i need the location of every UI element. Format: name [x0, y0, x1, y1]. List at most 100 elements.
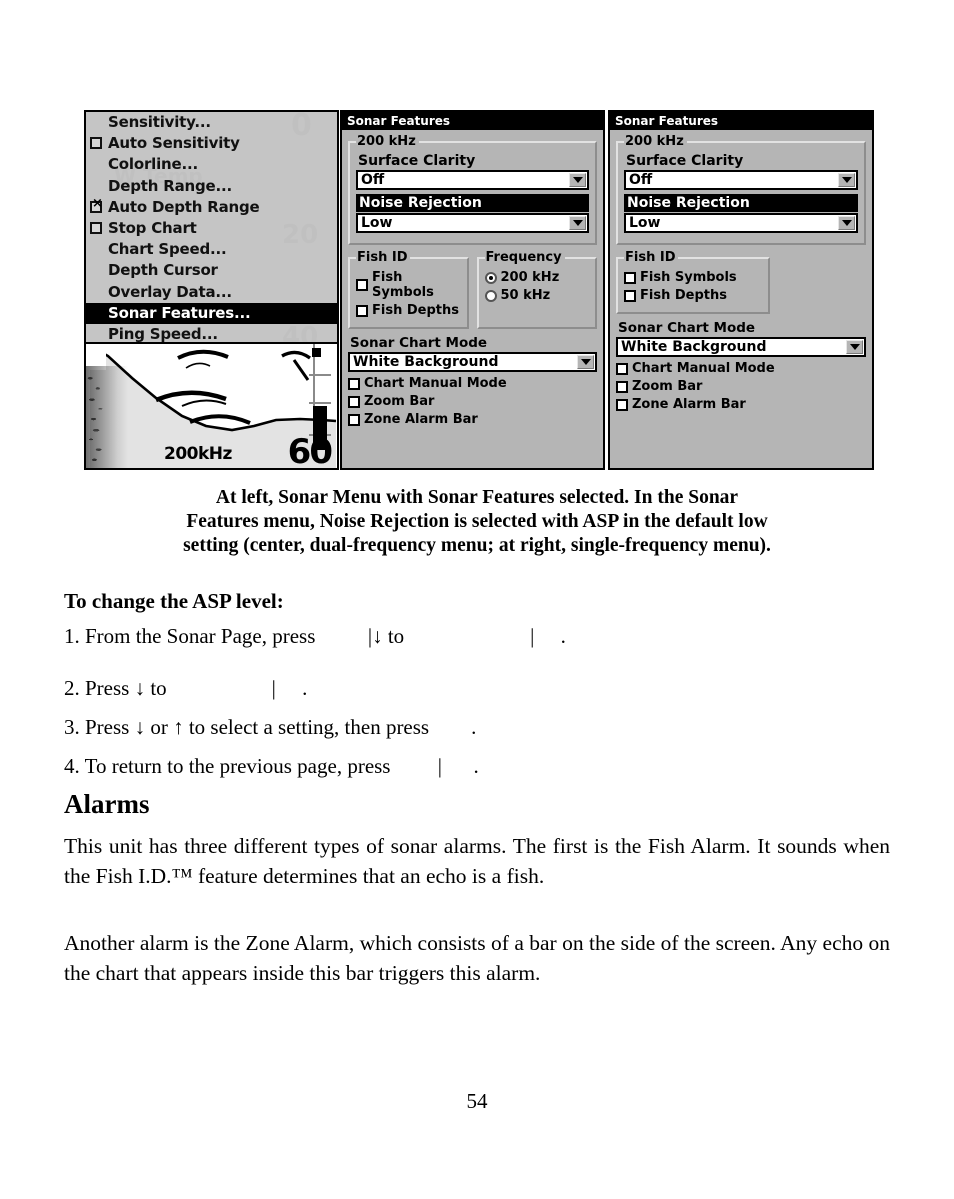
chart-manual-mode-label: Chart Manual Mode	[632, 361, 775, 376]
sonar-chart-mode-combobox[interactable]: White Background	[348, 352, 597, 372]
fish-symbols-label: Fish Symbols	[640, 270, 737, 285]
sonar-chart-live-area: 200kHz 60	[86, 344, 337, 468]
sonar-chart-mode-label: Sonar Chart Mode	[350, 335, 488, 351]
figure-sonar-menus: 0 20 40 W Temp	[84, 110, 874, 472]
fish-id-row: Fish ID Fish Symbols Fish Depths	[616, 250, 866, 314]
caption-line-1: At left, Sonar Menu with Sonar Features …	[215, 487, 739, 508]
cursor-marker-icon	[312, 348, 321, 357]
sonar-menu-overlay[interactable]: Sensitivity... Auto Sensitivity Colorlin…	[86, 112, 337, 344]
noise-rejection-value: Low	[361, 215, 393, 231]
group-fish-id: Fish ID Fish Symbols Fish Depths	[616, 250, 770, 314]
procedure-step-3: 3. Press ↓ or ↑ to select a setting, the…	[64, 715, 477, 739]
noise-rejection-label: Noise Rejection	[624, 194, 858, 212]
checkbox-icon[interactable]	[624, 271, 636, 284]
frequency-option-200khz[interactable]: 200 kHz	[484, 270, 590, 285]
checkbox-icon[interactable]	[616, 362, 628, 375]
procedure-heading: To change the ASP level:	[64, 589, 284, 613]
radio-icon[interactable]	[484, 289, 497, 302]
fish-symbols-checkbox-row[interactable]: Fish Symbols	[356, 270, 461, 300]
noise-rejection-combobox[interactable]: Low	[356, 213, 589, 233]
menu-item-sensitivity[interactable]: Sensitivity...	[86, 112, 337, 133]
menu-item-overlay-data[interactable]: Overlay Data...	[86, 282, 337, 303]
caption-line-3: setting (center, dual-frequency menu; at…	[183, 535, 771, 556]
menu-item-stop-chart[interactable]: Stop Chart	[86, 218, 337, 239]
noise-rejection-combobox[interactable]: Low	[624, 213, 858, 233]
chevron-down-icon[interactable]	[569, 216, 586, 230]
sonar-frequency-label: 200kHz	[164, 444, 232, 464]
checkbox-icon[interactable]	[356, 304, 368, 317]
checkbox-icon[interactable]	[616, 398, 628, 411]
menu-item-auto-sensitivity[interactable]: Auto Sensitivity	[86, 133, 337, 154]
menu-item-colorline[interactable]: Colorline...	[86, 154, 337, 175]
chevron-down-icon[interactable]	[838, 173, 855, 187]
menu-item-depth-range[interactable]: Depth Range...	[86, 176, 337, 197]
menu-item-label: Depth Cursor	[108, 261, 218, 280]
dialog-body: 200 kHz Surface Clarity Off Noise Reject…	[610, 130, 872, 419]
fish-id-frequency-row: Fish ID Fish Symbols Fish Depths Frequen…	[348, 250, 597, 329]
zoom-bar-checkbox-row[interactable]: Zoom Bar	[616, 379, 866, 394]
menu-item-label: Overlay Data...	[108, 282, 232, 301]
alarms-paragraph-2: Another alarm is the Zone Alarm, which c…	[64, 931, 890, 985]
menu-item-chart-speed[interactable]: Chart Speed...	[86, 239, 337, 260]
group-frequency-band: 200 kHz Surface Clarity Off Noise Reject…	[616, 134, 866, 245]
zone-alarm-bar-checkbox-row[interactable]: Zone Alarm Bar	[616, 397, 866, 412]
checkbox-icon[interactable]	[356, 279, 368, 291]
chevron-down-icon[interactable]	[846, 340, 863, 354]
menu-item-ping-speed[interactable]: Ping Speed...	[86, 324, 337, 345]
caption-line-2: Features menu, Noise Rejection is select…	[186, 511, 768, 532]
zoom-bar-label: Zoom Bar	[364, 394, 435, 409]
frequency-option-label: 200 kHz	[500, 270, 560, 285]
zone-alarm-bar-label: Zone Alarm Bar	[632, 397, 746, 412]
menu-item-label: Sensitivity...	[108, 113, 211, 131]
chart-manual-mode-label: Chart Manual Mode	[364, 376, 507, 391]
chevron-down-icon[interactable]	[838, 216, 855, 230]
checkbox-icon[interactable]	[624, 289, 636, 302]
sonar-chart-mode-label: Sonar Chart Mode	[618, 320, 756, 336]
alarms-paragraph-1: This unit has three different types of s…	[64, 834, 890, 888]
frequency-option-50khz[interactable]: 50 kHz	[484, 288, 590, 303]
menu-item-label: Chart Speed...	[108, 240, 227, 259]
checkbox-icon[interactable]	[348, 413, 360, 426]
chevron-down-icon[interactable]	[569, 173, 586, 187]
group-fish-id-legend: Fish ID	[357, 250, 408, 265]
group-fish-id-legend: Fish ID	[625, 250, 676, 265]
fish-depths-checkbox-row[interactable]: Fish Depths	[624, 288, 762, 303]
checkbox-icon[interactable]	[616, 380, 628, 393]
checkbox-icon[interactable]	[348, 395, 360, 408]
sonar-chart-mode-combobox[interactable]: White Background	[616, 337, 866, 357]
depth-scale-tick-1	[309, 374, 331, 376]
menu-item-sonar-features[interactable]: Sonar Features...	[86, 302, 337, 324]
chart-manual-mode-checkbox-row[interactable]: Chart Manual Mode	[616, 361, 866, 376]
group-frequency: Frequency 200 kHz 50 kHz	[476, 250, 597, 329]
checkbox-checked-icon[interactable]	[90, 197, 103, 213]
zoom-bar-checkbox-row[interactable]: Zoom Bar	[348, 394, 597, 409]
fish-depths-checkbox-row[interactable]: Fish Depths	[356, 303, 461, 318]
panel-sonar-features-single: Sonar Features 200 kHz Surface Clarity O…	[608, 110, 874, 470]
dialog-body: 200 kHz Surface Clarity Off Noise Reject…	[342, 130, 603, 434]
panel-sonar-features-dual: Sonar Features 200 kHz Surface Clarity O…	[340, 110, 605, 470]
fish-symbols-checkbox-row[interactable]: Fish Symbols	[624, 270, 762, 285]
radio-selected-icon[interactable]	[484, 271, 497, 284]
fish-symbols-label: Fish Symbols	[372, 270, 434, 300]
surface-clarity-combobox[interactable]: Off	[356, 170, 589, 190]
checkbox-icon[interactable]	[90, 137, 102, 150]
menu-item-label: Auto Sensitivity	[108, 134, 240, 153]
group-frequency-band-legend: 200 kHz	[625, 134, 684, 149]
dialog-title: Sonar Features	[610, 112, 872, 130]
menu-item-label: Ping Speed...	[108, 324, 218, 343]
menu-item-auto-depth-range[interactable]: Auto Depth Range	[86, 197, 337, 218]
depth-scale-tick-2	[309, 402, 331, 404]
menu-item-label: Stop Chart	[108, 218, 197, 237]
chart-manual-mode-checkbox-row[interactable]: Chart Manual Mode	[348, 376, 597, 391]
surface-clarity-combobox[interactable]: Off	[624, 170, 858, 190]
zone-alarm-bar-checkbox-row[interactable]: Zone Alarm Bar	[348, 412, 597, 427]
chevron-down-icon[interactable]	[577, 355, 594, 369]
group-frequency-legend: Frequency	[485, 250, 562, 265]
checkbox-icon[interactable]	[90, 221, 102, 234]
menu-item-label: Colorline...	[108, 155, 198, 174]
menu-item-depth-cursor[interactable]: Depth Cursor	[86, 260, 337, 281]
menu-item-label: Depth Range...	[108, 176, 232, 195]
checkbox-icon[interactable]	[348, 377, 360, 390]
page-number: 54	[466, 1089, 488, 1113]
zone-alarm-bar-label: Zone Alarm Bar	[364, 412, 478, 427]
